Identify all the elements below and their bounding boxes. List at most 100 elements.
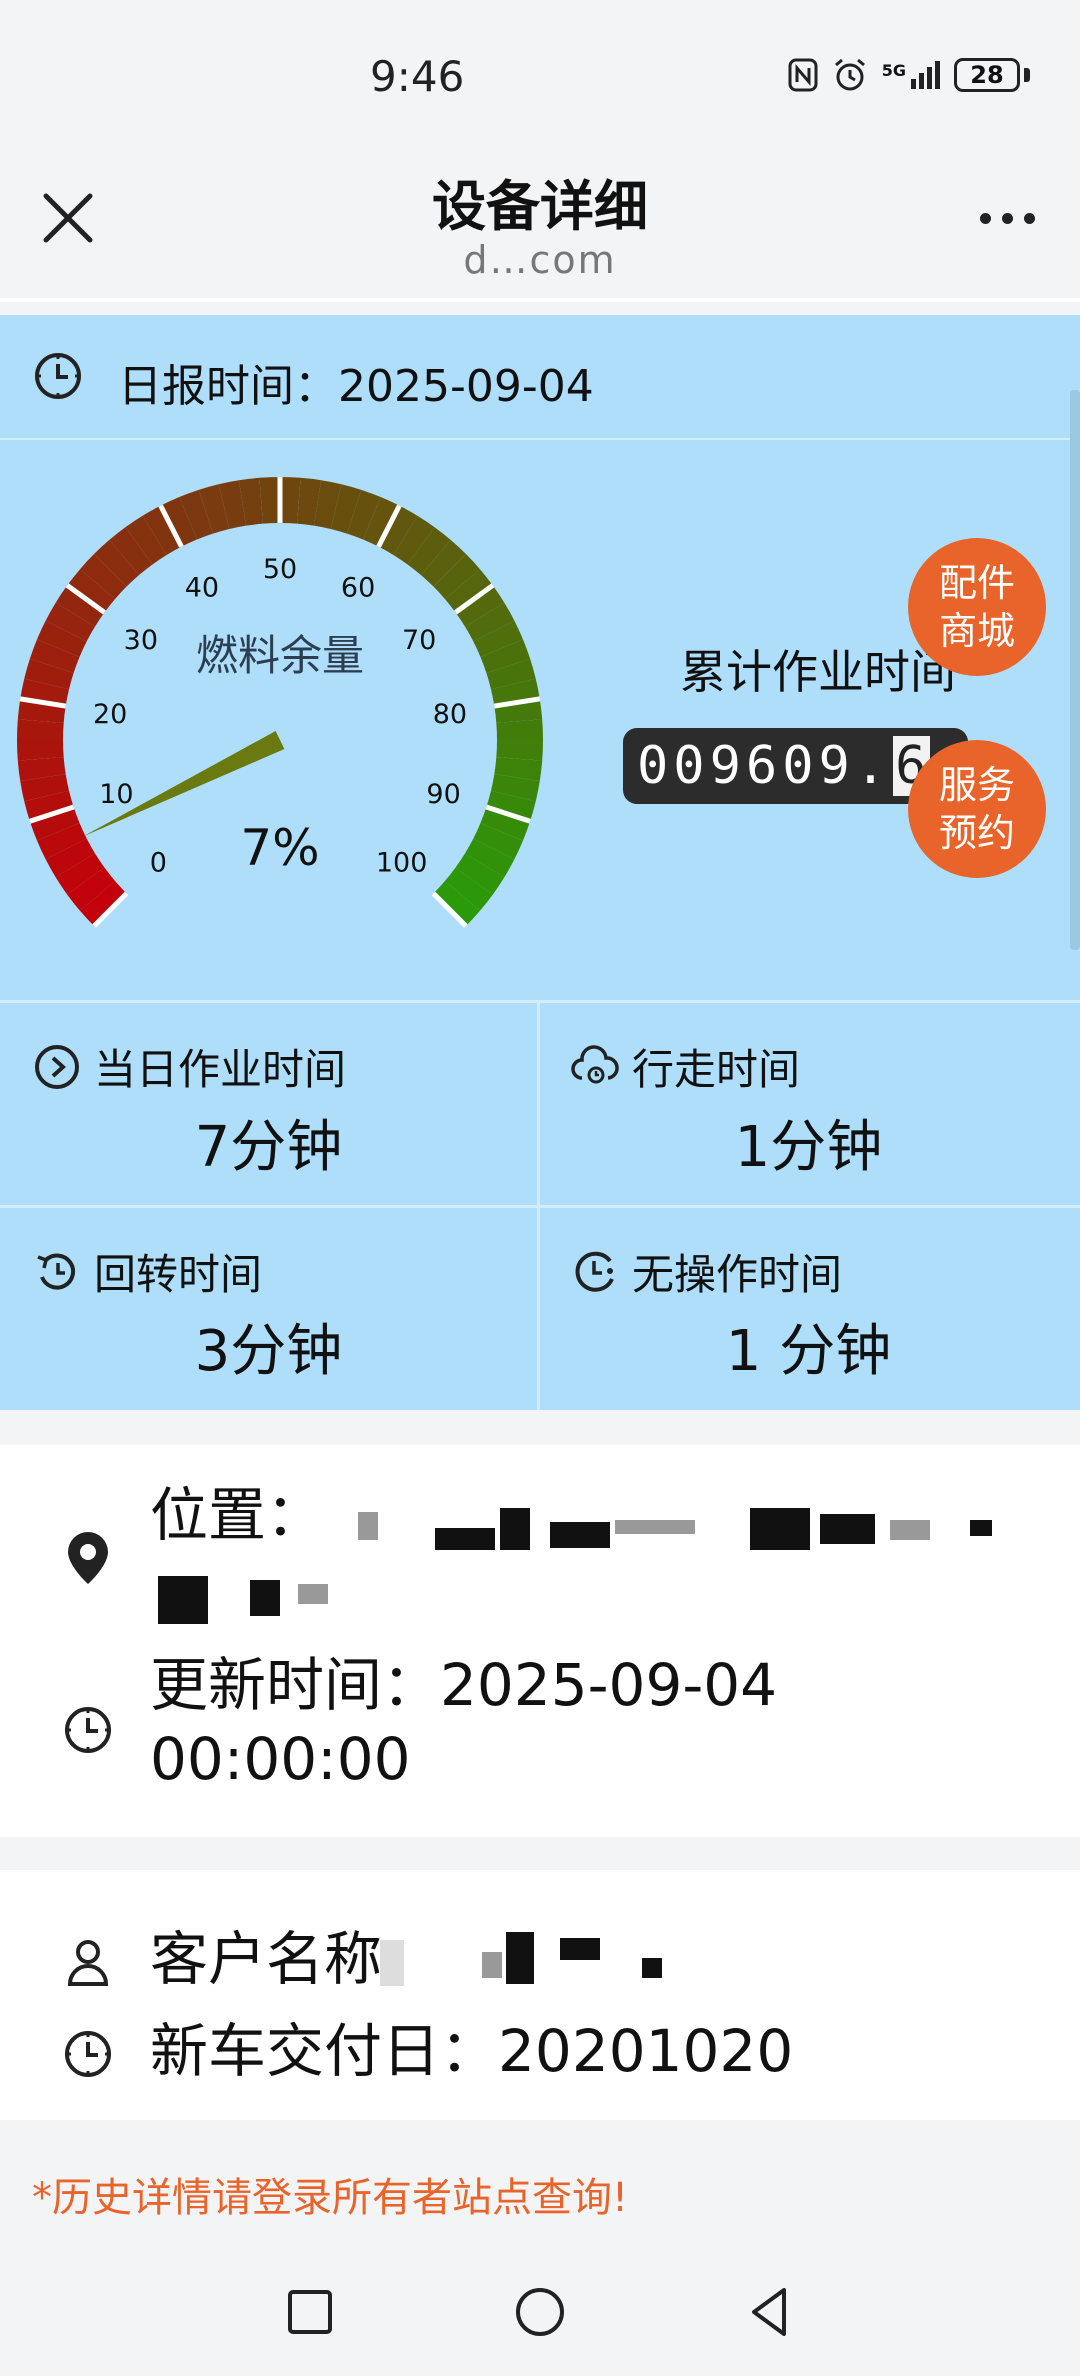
service-line1: 服务 xyxy=(938,763,1015,807)
back-icon[interactable] xyxy=(740,2282,800,2342)
gauge-tick-label: 70 xyxy=(402,625,436,656)
gauge-arc-segment xyxy=(420,540,466,587)
gauge-tick-label: 90 xyxy=(426,779,460,810)
battery-tip xyxy=(1024,68,1030,82)
gauge-tick-label: 50 xyxy=(263,554,297,585)
gauge-arc-segment xyxy=(393,515,435,565)
gauge-tick-label: 20 xyxy=(93,699,127,730)
recent-apps-icon[interactable] xyxy=(280,2282,340,2342)
stat-daily-value: 7分钟 xyxy=(194,1115,343,1180)
gauge-arc-segment xyxy=(496,739,543,761)
gauge-arc-segment xyxy=(29,639,80,674)
parts-mall-button[interactable]: 配件 商城 xyxy=(908,538,1046,676)
update-time: 更新时间：2025-09-04 00:00:00 xyxy=(150,1648,777,1796)
status-icons: 5G 28 xyxy=(788,55,1030,95)
gauge-arc-segment xyxy=(480,639,531,674)
gauge-arc-segment xyxy=(433,554,480,600)
gauge-arc-segment xyxy=(24,658,74,690)
gauge-arc-segment xyxy=(80,880,127,926)
gauge-tick-label: 30 xyxy=(124,625,158,656)
domain-text: d…com xyxy=(463,238,617,282)
gauge-tick-label: 0 xyxy=(150,848,167,879)
gauge-value: 7% xyxy=(240,819,319,877)
gauge-arc-segment xyxy=(198,484,230,534)
delivery-date-value: 20201020 xyxy=(498,2017,794,2085)
delivery-date-label: 新车交付日： xyxy=(150,2017,499,2085)
gauge-arc-segment xyxy=(45,838,96,878)
gauge-tick-label: 10 xyxy=(99,779,133,810)
gauge-arc-segment xyxy=(464,602,515,642)
gauge-arc-segment xyxy=(378,505,418,556)
stat-idle-label: 无操作时间 xyxy=(570,1241,842,1302)
signal-icon: 5G xyxy=(882,61,940,89)
gauge-arc-segment xyxy=(296,477,322,526)
status-time: 9:46 xyxy=(370,52,465,101)
gauge-arc-segment xyxy=(80,554,127,600)
battery-icon: 28 xyxy=(954,58,1020,92)
service-booking-button[interactable]: 服务 预约 xyxy=(908,740,1046,878)
gauge-arc-segment xyxy=(160,497,198,547)
gauge-arc-segment xyxy=(218,480,247,530)
battery-level: 28 xyxy=(970,61,1004,89)
more-menu-button[interactable] xyxy=(972,203,1042,233)
gauge-arc-segment xyxy=(109,527,153,576)
gauge-arc-segment xyxy=(407,527,451,576)
play-circle-icon xyxy=(35,1044,79,1089)
counter-digits: 009609. xyxy=(637,736,892,796)
gauge-arc-segment xyxy=(279,477,301,524)
location-value-redacted xyxy=(350,1500,1010,1570)
update-time-label: 更新时间： xyxy=(150,1651,441,1719)
gauge-tick-label: 40 xyxy=(185,573,219,604)
gauge-arc-segment xyxy=(17,719,64,741)
update-date: 2025-09-04 xyxy=(440,1651,778,1719)
gauge-arc-segment xyxy=(17,756,66,782)
gauge-arc-segment xyxy=(455,853,505,895)
gauge-arc-segment xyxy=(464,838,515,878)
gauge-arc-segment xyxy=(94,540,140,587)
page-title: 设备详细 xyxy=(432,175,648,238)
gauge-arc-segment xyxy=(259,477,281,524)
stat-label: 行走时间 xyxy=(632,1045,801,1094)
idle-clock-icon xyxy=(575,1251,614,1292)
gauge-arc-segment xyxy=(17,698,66,724)
gauge-arc-segment xyxy=(486,658,536,690)
cloud-clock-icon xyxy=(571,1044,619,1083)
gauge-arc-segment xyxy=(362,497,400,547)
alarm-icon xyxy=(834,58,865,91)
parts-line2: 商城 xyxy=(938,609,1015,653)
gauge-arc-segment xyxy=(473,822,523,860)
gauge-label: 燃料余量 xyxy=(196,631,364,680)
stat-label: 当日作业时间 xyxy=(94,1045,347,1094)
page-domain: d…com xyxy=(0,238,1080,282)
gauge-arc-segment xyxy=(24,790,74,822)
gauge-arc-segment xyxy=(45,602,96,642)
fuel-gauge: 0 10 20 30 40 50 60 70 80 90 100 燃料余量 7% xyxy=(17,477,543,928)
delivery-date: 新车交付日：20201020 xyxy=(150,2014,793,2088)
gauge-arc-segment xyxy=(37,822,87,860)
gauge-arc-segment xyxy=(455,585,505,627)
gauge-tick-label: 100 xyxy=(376,848,428,879)
parts-line1: 配件 xyxy=(938,561,1015,605)
rotate-clock-icon xyxy=(37,1253,76,1290)
gauge-arc-segment xyxy=(55,853,105,895)
stat-travel-label: 行走时间 xyxy=(570,1036,800,1097)
gauge-arc-segment xyxy=(433,880,480,926)
divider xyxy=(0,298,1080,302)
location-pin-icon xyxy=(68,1532,108,1584)
gauge-arc-segment xyxy=(486,790,536,822)
stat-travel-value: 1分钟 xyxy=(734,1115,883,1180)
gauge-arc-segment xyxy=(494,756,543,782)
customer-name-label: 客户名称 xyxy=(150,1925,383,1993)
scrollbar[interactable] xyxy=(1070,390,1080,950)
network-type: 5G xyxy=(881,61,906,80)
home-icon[interactable] xyxy=(510,2282,570,2342)
grid-divider xyxy=(0,1000,1080,1003)
gauge-arc-segment xyxy=(473,620,523,658)
customer-name-redacted xyxy=(380,1930,680,1990)
gauge-arc-segment xyxy=(494,698,543,724)
service-line2: 预约 xyxy=(938,811,1015,855)
stat-swing-value: 3分钟 xyxy=(194,1319,343,1384)
clock-icon xyxy=(65,1707,111,1753)
gauge-arc-segment xyxy=(496,719,543,741)
gauge-arc-segment xyxy=(37,620,87,658)
